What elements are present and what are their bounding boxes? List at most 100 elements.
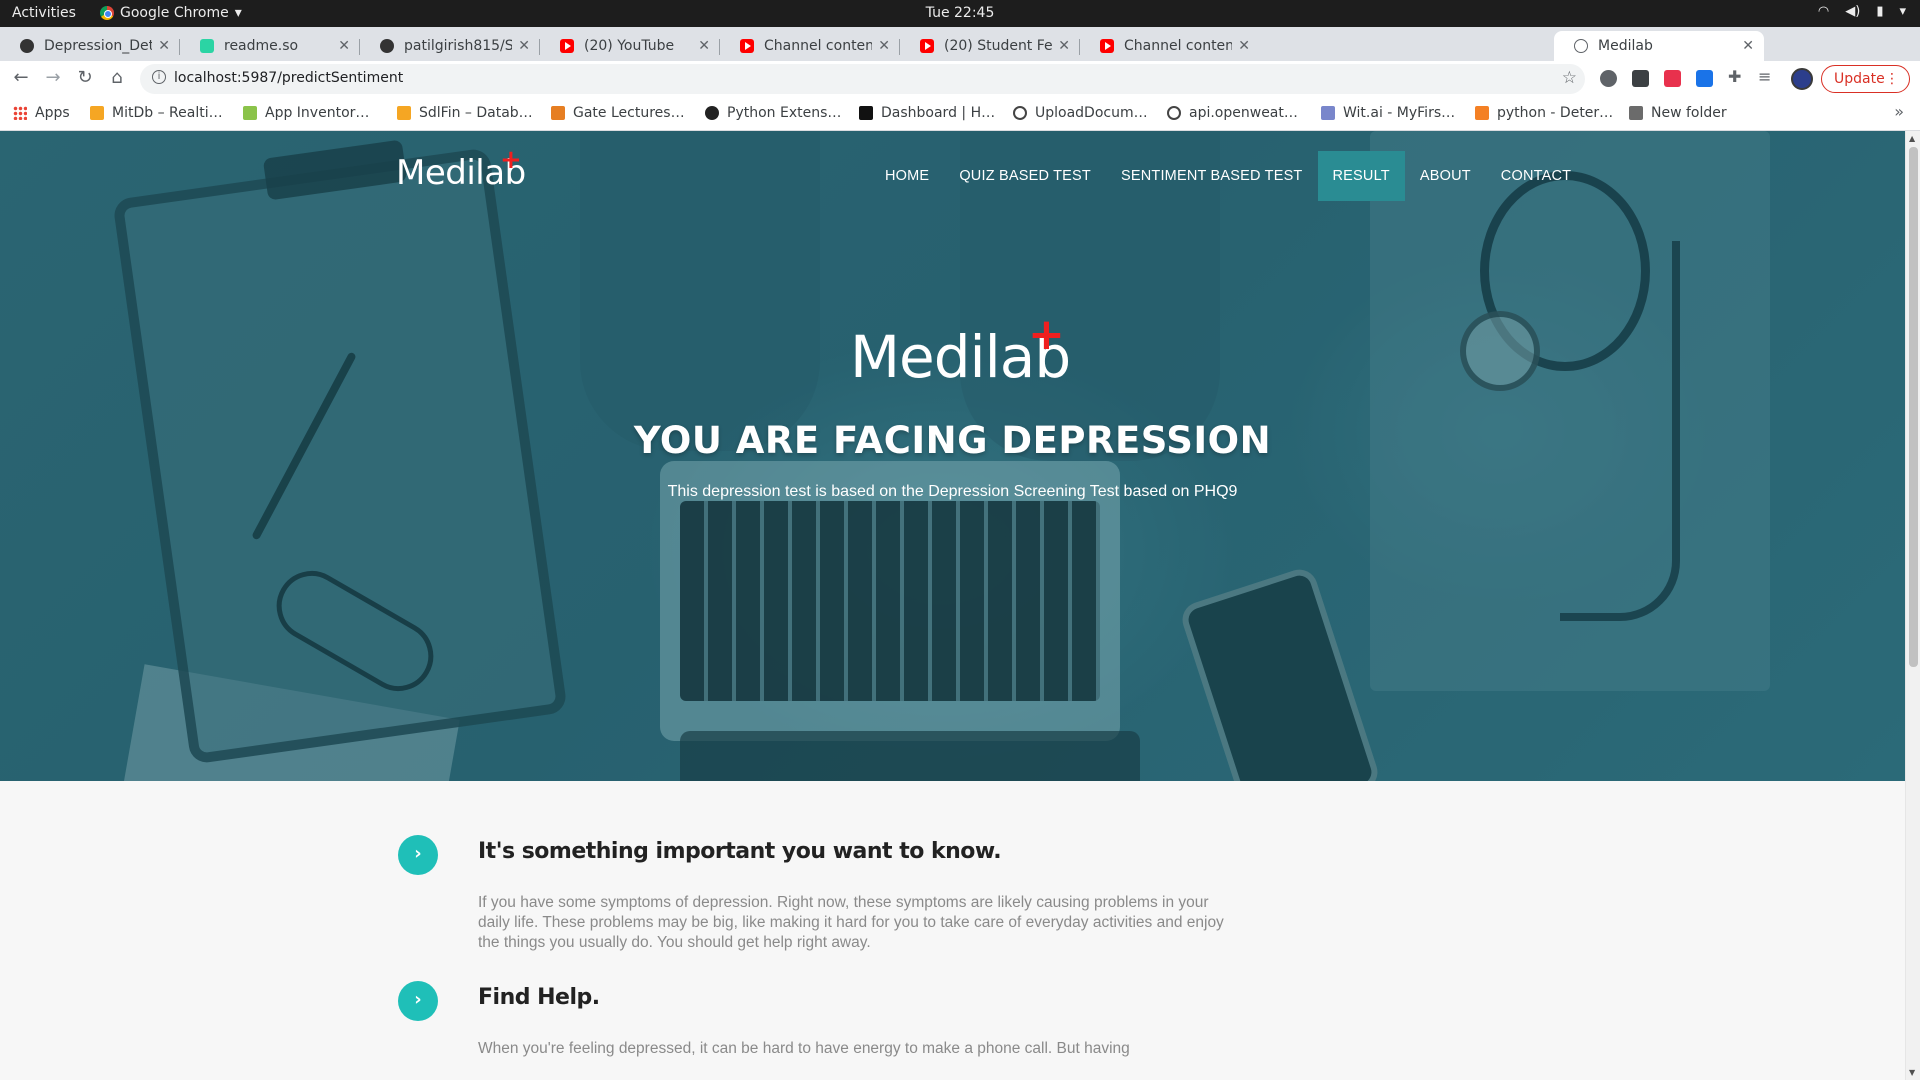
download-extension-icon[interactable] [1696,70,1713,87]
back-button[interactable]: ← [9,67,33,88]
bookmark-favicon-icon [705,106,719,120]
tab-title: (20) YouTube [584,38,675,54]
scroll-up-icon[interactable]: ▲ [1909,134,1915,143]
kebab-menu-icon: ⋮ [1885,71,1899,87]
hero-section: Medilab + HOME QUIZ BASED TEST SENTIMENT … [0,131,1905,781]
globe-icon [1167,106,1181,120]
bookmark-favicon-icon [90,106,104,120]
result-title: YOU ARE FACING DEPRESSION [633,419,1272,462]
nav-home[interactable]: HOME [870,151,944,201]
chrome-icon [100,6,114,20]
tab-depression-detection[interactable]: Depression_Detection ✕ [0,31,180,61]
apps-grid-icon [13,106,27,120]
tab-title: Medilab [1598,38,1653,54]
bookmark-label: Dashboard | H… [881,105,996,121]
scroll-down-icon[interactable]: ▼ [1909,1068,1915,1077]
close-tab-icon[interactable]: ✕ [878,38,890,54]
forward-button[interactable]: → [41,67,65,88]
bookmark-item[interactable]: MitDb – Realti… [90,105,223,121]
bookmark-label: api.openweat… [1189,105,1298,121]
bookmark-favicon-icon [859,106,873,120]
info-item-title: Find Help. [478,985,600,1010]
volume-icon: ◀) [1845,4,1861,19]
profile-avatar[interactable] [1791,68,1813,90]
tab-medilab[interactable]: Medilab ✕ [1554,31,1764,61]
close-tab-icon[interactable]: ✕ [1238,38,1250,54]
update-button[interactable]: Update ⋮ [1821,65,1910,93]
extension-icon[interactable] [1600,70,1617,87]
youtube-icon [560,39,574,53]
bookmark-label: Python Extens… [727,105,842,121]
page-viewport: Medilab + HOME QUIZ BASED TEST SENTIMENT … [0,131,1920,1080]
bookmark-item[interactable]: Dashboard | H… [859,105,995,121]
tab-strip: Depression_Detection ✕ readme.so ✕ patil… [0,27,1920,81]
tab-title: Channel content - YouT [764,38,873,54]
site-info-icon[interactable]: i [152,70,166,84]
github-icon [20,39,34,53]
tab-youtube[interactable]: (20) YouTube ✕ [540,31,720,61]
bookmarks-bar: Apps MitDb – Realti… App Inventor… SdlFi… [0,97,1920,131]
close-tab-icon[interactable]: ✕ [158,38,170,54]
wifi-icon: ◠ [1817,4,1830,19]
bookmark-label: python - Deter… [1497,105,1614,121]
bookmark-item[interactable]: Gate Lectures… [551,105,685,121]
tab-channel-content-2[interactable]: Channel content - YouT ✕ [1080,31,1260,61]
nav-about[interactable]: ABOUT [1405,151,1486,201]
chevron-right-icon: › [398,981,438,1021]
bookmark-favicon-icon [1321,106,1335,120]
close-tab-icon[interactable]: ✕ [1058,38,1070,54]
folder-icon [1629,106,1643,120]
activities-button[interactable]: Activities [12,5,76,21]
home-button[interactable]: ⌂ [105,67,129,88]
app-menu[interactable]: Google Chrome ▾ [100,5,242,21]
nav-sentiment-based-test[interactable]: SENTIMENT BASED TEST [1106,151,1318,201]
update-label: Update [1834,71,1885,87]
close-tab-icon[interactable]: ✕ [338,38,350,54]
address-bar[interactable]: i localhost:5987/predictSentiment ☆ [140,64,1585,94]
site-logo[interactable]: Medilab + [396,145,526,193]
reading-list-icon[interactable]: ≡ [1758,67,1775,86]
puzzle-icon[interactable]: ✚ [1728,67,1745,86]
nav-contact[interactable]: CONTACT [1486,151,1586,201]
system-tray[interactable]: ◠ ◀) ▮ ▾ [1818,4,1906,19]
bookmark-apps[interactable]: Apps [13,105,70,121]
tab-readme[interactable]: readme.so ✕ [180,31,360,61]
bookmark-label: New folder [1651,105,1727,121]
bookmark-label: Gate Lectures… [573,105,685,121]
nav-quiz-based-test[interactable]: QUIZ BASED TEST [944,151,1106,201]
info-item-text: If you have some symptoms of depression.… [478,894,1224,951]
close-tab-icon[interactable]: ✕ [518,38,530,54]
page-scrollbar[interactable]: ▲ ▼ [1905,131,1920,1080]
close-tab-icon[interactable]: ✕ [1742,38,1754,54]
scrollbar-thumb[interactable] [1909,147,1918,667]
tab-student-feedback[interactable]: (20) Student Feedback ✕ [900,31,1080,61]
bookmark-item[interactable]: Wit.ai - MyFirs… [1321,105,1455,121]
tab-title: Depression_Detection [44,38,153,54]
info-item-title: It's something important you want to kno… [478,839,1002,864]
bookmark-label: Wit.ai - MyFirs… [1343,105,1456,121]
bookmark-item[interactable]: api.openweat… [1167,105,1298,121]
bookmark-item[interactable]: python - Deter… [1475,105,1613,121]
clock[interactable]: Tue 22:45 [0,5,1920,21]
reload-button[interactable]: ↻ [73,67,97,88]
bookmark-item[interactable]: Python Extens… [705,105,841,121]
selenium-extension-icon[interactable] [1632,70,1649,87]
info-section: › It's something important you want to k… [0,781,1905,1080]
tab-student[interactable]: patilgirish815/Student ✕ [360,31,540,61]
nav-result[interactable]: RESULT [1317,151,1405,201]
app-menu-label: Google Chrome [120,5,229,21]
bookmark-item[interactable]: SdlFin – Datab… [397,105,533,121]
bookmark-item[interactable]: App Inventor… [243,105,369,121]
chevron-right-icon: › [398,835,438,875]
tab-channel-content-1[interactable]: Channel content - YouT ✕ [720,31,900,61]
url-text[interactable]: localhost:5987/predictSentiment [174,70,403,86]
bookmark-star-icon[interactable]: ☆ [1562,68,1577,88]
bookmark-folder[interactable]: New folder [1629,105,1727,121]
extension-icon[interactable] [1664,70,1681,87]
close-tab-icon[interactable]: ✕ [698,38,710,54]
tab-title: Channel content - YouT [1124,38,1233,54]
os-top-bar: Activities Google Chrome ▾ Tue 22:45 ◠ ◀… [0,0,1920,27]
bookmark-item[interactable]: UploadDocum… [1013,105,1148,121]
bookmarks-overflow-button[interactable]: » [1894,102,1904,121]
bookmark-label: UploadDocum… [1035,105,1148,121]
